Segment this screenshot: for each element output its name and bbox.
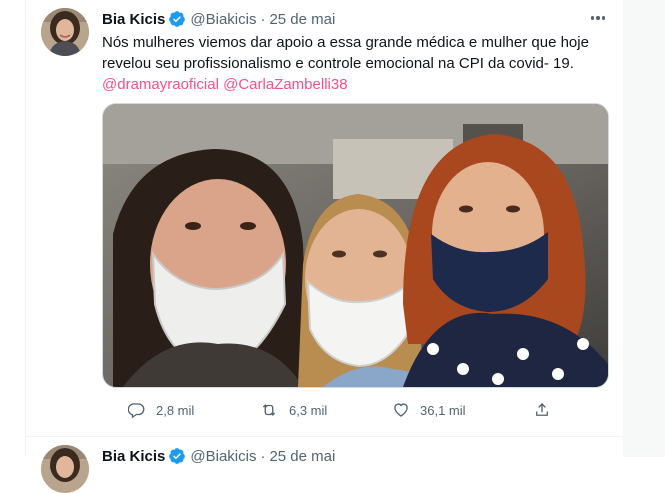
like-count: 36,1 mil (420, 402, 466, 418)
tweet-header: Bia Kicis @Biakicis · 25 de mai (102, 9, 335, 29)
tweet-mentions: @dramayraoficial @CarlaZambelli38 (102, 74, 348, 95)
reply-count: 2,8 mil (156, 402, 195, 418)
separator: · (260, 10, 266, 28)
reply-icon (128, 403, 145, 419)
author-name[interactable]: Bia Kicis (102, 448, 165, 465)
tweet-actions: 2,8 mil 6,3 mil 36,1 mil (102, 398, 548, 422)
timeline-feed: Bia Kicis @Biakicis · 25 de mai Nós mulh… (25, 0, 623, 493)
mention-link[interactable]: @CarlaZambelli38 (223, 76, 347, 93)
tweet-photo[interactable] (102, 103, 609, 388)
verified-badge-icon (168, 447, 186, 465)
tweet-date[interactable]: 25 de mai (269, 448, 335, 465)
tweet-text: Nós mulheres viemos dar apoio a essa gra… (102, 34, 589, 72)
tweet-date[interactable]: 25 de mai (269, 11, 335, 28)
tweet[interactable]: Bia Kicis @Biakicis · 25 de mai Nós mulh… (26, 0, 623, 437)
verified-badge-icon (168, 10, 186, 28)
more-icon[interactable] (587, 9, 609, 27)
mention-link[interactable]: @dramayraoficial (102, 76, 219, 93)
retweet-count: 6,3 mil (289, 402, 328, 418)
author-handle[interactable]: @Biakicis (190, 448, 256, 465)
author-handle[interactable]: @Biakicis (190, 11, 256, 28)
retweet-icon (262, 404, 276, 416)
tweet[interactable]: Bia Kicis @Biakicis · 25 de mai (26, 437, 623, 493)
avatar[interactable] (41, 445, 89, 493)
left-gutter (0, 0, 25, 457)
right-gutter (622, 0, 665, 457)
share-button[interactable] (533, 398, 561, 422)
tweet-header: Bia Kicis @Biakicis · 25 de mai (102, 446, 335, 466)
reply-button[interactable]: 2,8 mil (128, 398, 194, 422)
like-button[interactable]: 36,1 mil (392, 398, 466, 422)
like-icon (394, 403, 408, 417)
avatar[interactable] (41, 8, 89, 56)
separator: · (260, 447, 266, 465)
share-icon (536, 403, 548, 416)
retweet-button[interactable]: 6,3 mil (259, 398, 327, 422)
author-name[interactable]: Bia Kicis (102, 11, 165, 28)
